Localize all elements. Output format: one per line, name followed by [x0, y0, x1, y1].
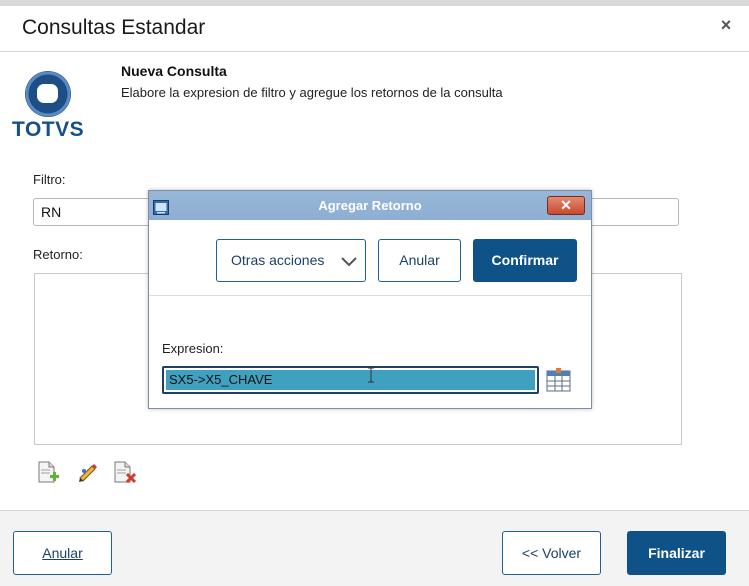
dialog-anular-button[interactable]: Anular	[378, 239, 461, 282]
logo-text: TOTVS	[12, 118, 85, 141]
finalizar-button[interactable]: Finalizar	[627, 531, 726, 575]
dialog-divider	[149, 295, 591, 296]
add-document-icon[interactable]	[36, 460, 60, 484]
retorno-label: Retorno:	[33, 247, 83, 262]
header-divider	[0, 51, 749, 52]
more-actions-label: Otras acciones	[231, 252, 325, 268]
volver-button[interactable]: << Volver	[502, 531, 601, 575]
window-title: Consultas Estandar	[22, 16, 206, 39]
close-icon[interactable]: ×	[717, 16, 735, 34]
step-title: Nueva Consulta	[121, 63, 227, 79]
text-cursor-icon	[368, 367, 374, 383]
expression-builder-icon[interactable]	[546, 368, 571, 392]
expresion-input[interactable]: SX5->X5_CHAVE	[162, 366, 539, 394]
chevron-down-icon	[341, 257, 357, 267]
edit-pencil-icon[interactable]	[76, 460, 100, 484]
delete-document-icon[interactable]	[113, 460, 137, 484]
dialog-close-button[interactable]: ✕	[547, 196, 585, 215]
top-strip	[0, 0, 749, 6]
expresion-label: Expresion:	[162, 341, 224, 356]
filtro-label: Filtro:	[33, 172, 66, 187]
more-actions-dropdown[interactable]: Otras acciones	[216, 239, 366, 282]
dialog-title: Agregar Retorno	[318, 198, 422, 213]
anular-button[interactable]: Anular	[13, 531, 112, 575]
agregar-retorno-dialog: Agregar Retorno ✕ Otras acciones Anular …	[148, 190, 592, 409]
step-subtitle: Elabore la expresion de filtro y agregue…	[121, 85, 503, 100]
confirmar-button[interactable]: Confirmar	[473, 239, 577, 282]
expresion-value: SX5->X5_CHAVE	[166, 370, 535, 390]
